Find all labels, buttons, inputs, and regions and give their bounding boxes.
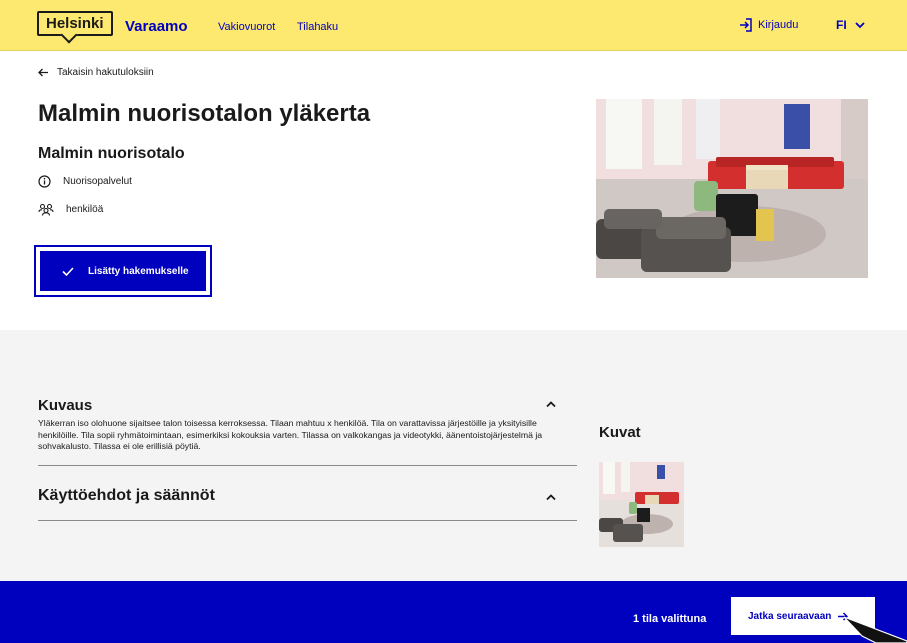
section-divider [38,465,577,466]
arrow-left-icon [38,68,48,77]
space-main-photo[interactable] [596,99,868,278]
chevron-down-icon [855,21,865,28]
checkmark-icon [62,266,74,276]
section-divider [38,520,577,521]
description-text: Yläkerran iso olohuone sijaitsee talon t… [38,418,543,451]
image-thumbnail[interactable] [599,462,684,547]
top-navigation-bar: Helsinki Varaamo Vakiovuorot Tilahaku Ki… [0,0,907,51]
selected-count-text: 1 tila valittuna [633,613,707,625]
capacity-label: henkilöä [66,204,104,215]
language-label: FI [836,18,847,32]
service-info: Nuorisopalvelut [38,175,132,188]
zigzag-decoration [0,338,907,366]
login-label: Kirjaudu [758,19,799,31]
images-heading: Kuvat [599,424,641,441]
nav-link-vakiovuorot[interactable]: Vakiovuorot [218,21,275,33]
unit-name: Malmin nuorisotalo [38,145,185,162]
login-button[interactable]: Kirjaudu [739,18,798,32]
page-title: Malmin nuorisotalon yläkerta [38,100,371,127]
lounge-thumbnail [599,462,684,547]
language-selector[interactable]: FI [836,18,865,32]
chevron-up-icon[interactable] [545,493,557,501]
helsinki-logo[interactable]: Helsinki [37,11,113,36]
app-name-link[interactable]: Varaamo [125,18,188,35]
back-to-results-link[interactable]: Takaisin hakutuloksiin [38,67,154,78]
info-circle-icon [38,175,51,188]
description-heading[interactable]: Kuvaus [38,397,92,414]
service-label: Nuorisopalvelut [63,176,132,187]
nav-link-tilahaku[interactable]: Tilahaku [297,21,338,33]
added-button-label: Lisätty hakemukselle [88,265,189,277]
capacity-info: henkilöä [38,203,103,216]
back-link-label: Takaisin hakutuloksiin [57,67,154,78]
added-to-application-button[interactable]: Lisätty hakemukselle [34,245,212,297]
mouse-pointer-icon [843,616,907,643]
terms-heading[interactable]: Käyttöehdot ja säännöt [38,487,215,505]
lounge-photo [596,99,868,278]
chevron-up-icon[interactable] [545,400,557,408]
sign-in-icon [740,18,752,32]
continue-button-label: Jatka seuraavaan [748,610,832,622]
group-icon [38,203,54,216]
details-section-background [0,330,907,585]
